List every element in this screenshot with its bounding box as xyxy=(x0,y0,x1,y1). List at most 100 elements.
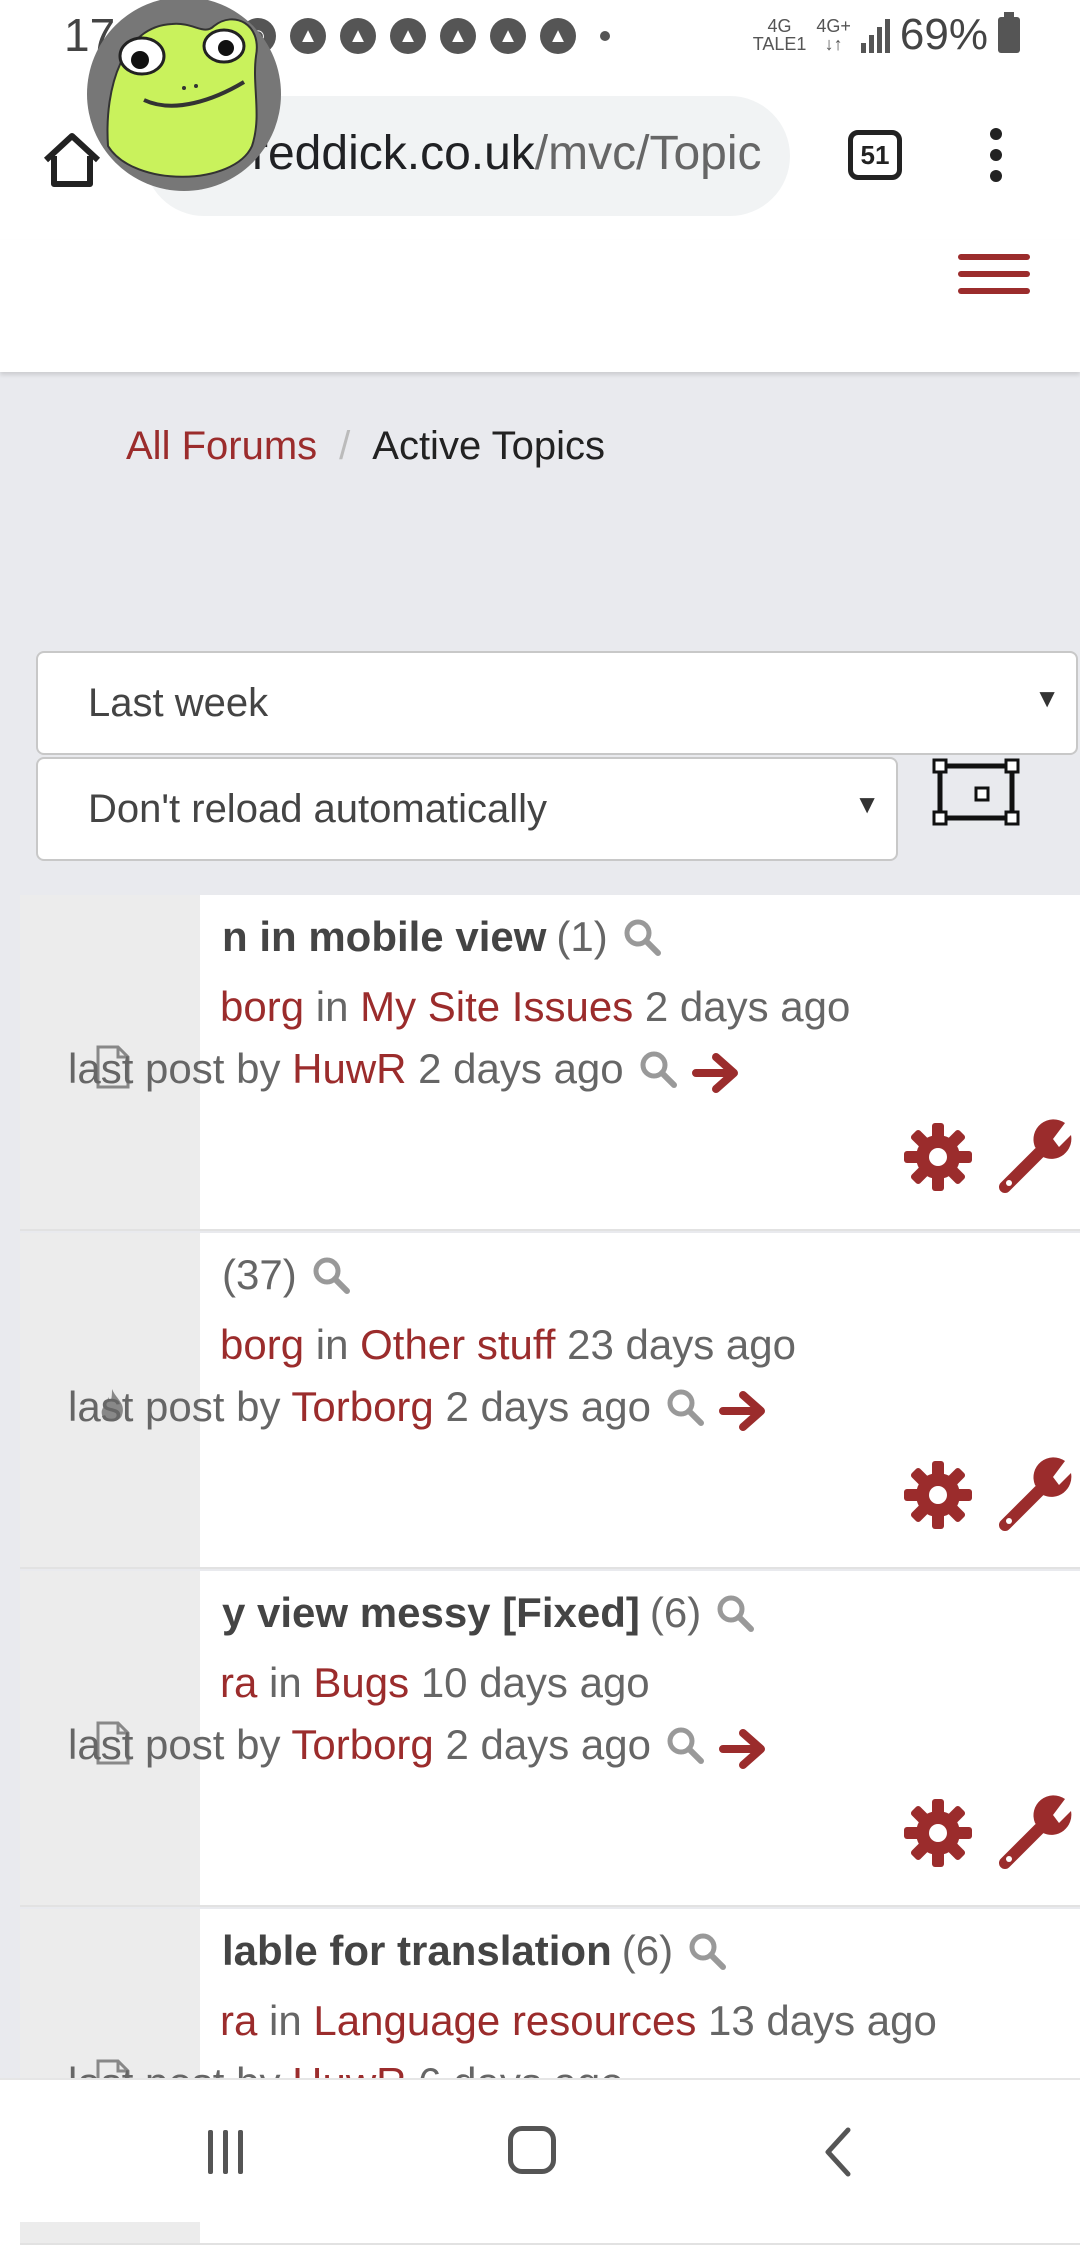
breadcrumb: All Forums / Active Topics xyxy=(126,424,605,469)
topic-title[interactable]: y view messy [Fixed] xyxy=(222,1589,640,1636)
reply-count: (1) xyxy=(556,913,608,960)
search-icon[interactable] xyxy=(638,1049,678,1089)
topic-author[interactable]: borg xyxy=(220,1321,304,1368)
notification-icon: ▲ xyxy=(390,18,426,54)
topic-posted: 10 days ago xyxy=(420,1659,650,1706)
notification-icon: ▲ xyxy=(440,18,476,54)
wrench-icon[interactable] xyxy=(995,1793,1075,1873)
last-poster[interactable]: HuwR xyxy=(292,1045,406,1092)
data-arrows-icon: ↓↑ xyxy=(824,34,843,54)
topic-meta-line: ra in Bugs 10 days ago xyxy=(220,1659,650,1707)
wrench-icon[interactable] xyxy=(995,1117,1075,1197)
arrow-right-icon[interactable] xyxy=(718,1727,769,1771)
topic-posted: 2 days ago xyxy=(644,983,851,1030)
network-type-2: 4G+ xyxy=(816,16,851,36)
last-post-label: last post by xyxy=(68,1383,281,1430)
search-icon[interactable] xyxy=(622,917,662,957)
recent-apps-button[interactable] xyxy=(208,2130,258,2174)
topic-author[interactable]: borg xyxy=(220,983,304,1030)
period-select-value: Last week xyxy=(88,681,269,725)
reload-select[interactable]: Don't reload automatically ▼ xyxy=(36,757,898,861)
url-path: /mvc/Topic xyxy=(534,127,762,180)
in-label: in xyxy=(269,1997,302,2044)
last-poster[interactable]: Torborg xyxy=(291,1721,433,1768)
topic-row: n in mobile view (1) borg in My Site Issu… xyxy=(20,895,1080,1231)
gear-icon[interactable] xyxy=(902,1459,974,1531)
last-post-time: 2 days ago xyxy=(418,1045,624,1092)
search-icon[interactable] xyxy=(311,1255,351,1295)
topic-title-line: y view messy [Fixed] (6) xyxy=(222,1589,755,1637)
network-indicator: 4G TALE1 xyxy=(753,17,807,53)
last-post-label: last post by xyxy=(68,1721,281,1768)
site-header xyxy=(0,240,1080,372)
topic-meta-line: ra in Language resources 13 days ago xyxy=(220,1997,937,2045)
breadcrumb-all-forums[interactable]: All Forums xyxy=(126,424,317,468)
topic-forum[interactable]: My Site Issues xyxy=(360,983,633,1030)
topic-title[interactable]: n in mobile view xyxy=(222,913,546,960)
home-button[interactable] xyxy=(508,2126,556,2174)
back-icon[interactable] xyxy=(818,2124,858,2180)
topic-posted: 13 days ago xyxy=(708,1997,937,2044)
search-icon[interactable] xyxy=(665,1725,705,1765)
search-icon[interactable] xyxy=(715,1593,755,1633)
last-post-line: last post by HuwR 2 days ago xyxy=(68,1045,742,1095)
topic-forum[interactable]: Bugs xyxy=(313,1659,409,1706)
last-post-line: last post by Torborg 2 days ago xyxy=(68,1383,769,1433)
site-logo[interactable] xyxy=(84,0,284,192)
gear-icon[interactable] xyxy=(902,1797,974,1869)
topic-title-line: n in mobile view (1) xyxy=(222,913,662,961)
notification-icon: ▲ xyxy=(540,18,576,54)
last-post-line: last post by Torborg 2 days ago xyxy=(68,1721,769,1771)
topic-posted: 23 days ago xyxy=(567,1321,796,1368)
system-navigation-bar xyxy=(0,2078,1080,2222)
chevron-down-icon: ▼ xyxy=(854,789,880,819)
battery-percent: 69% xyxy=(899,10,988,59)
more-notifications-icon xyxy=(600,31,610,41)
browser-menu-button[interactable] xyxy=(984,128,1008,188)
last-post-label: last post by xyxy=(68,1045,281,1092)
notification-icon: ▲ xyxy=(340,18,376,54)
breadcrumb-separator: / xyxy=(339,424,351,468)
period-select[interactable]: Last week ▼ xyxy=(36,651,1078,755)
url-host: reddick.co.uk xyxy=(252,127,535,180)
url-text: reddick.co.uk/mvc/Topic xyxy=(252,126,762,181)
network-carrier: TALE1 xyxy=(752,34,807,54)
notification-icon: ▲ xyxy=(290,18,326,54)
battery-icon xyxy=(998,12,1020,53)
topic-title-line: (37) xyxy=(222,1251,351,1299)
in-label: in xyxy=(269,1659,302,1706)
network-type: 4G xyxy=(767,16,792,36)
search-icon[interactable] xyxy=(665,1387,705,1427)
chevron-down-icon: ▼ xyxy=(1034,683,1060,713)
network-indicator-2: 4G+ ↓↑ xyxy=(816,17,851,53)
wrench-icon[interactable] xyxy=(995,1455,1075,1535)
arrow-right-icon[interactable] xyxy=(691,1051,742,1095)
reply-count: (6) xyxy=(621,1927,674,1974)
topic-title[interactable]: lable for translation xyxy=(222,1927,612,1974)
reply-count: (6) xyxy=(649,1589,702,1636)
topic-forum[interactable]: Language resources xyxy=(313,1997,696,2044)
search-icon[interactable] xyxy=(687,1931,727,1971)
topic-meta-line: borg in Other stuff 23 days ago xyxy=(220,1321,796,1369)
in-label: in xyxy=(315,1321,349,1368)
topic-meta-line: borg in My Site Issues 2 days ago xyxy=(220,983,850,1031)
topic-author[interactable]: ra xyxy=(220,1997,257,2044)
arrow-right-icon[interactable] xyxy=(718,1389,769,1433)
topic-forum[interactable]: Other stuff xyxy=(360,1321,555,1368)
topic-title-line: lable for translation (6) xyxy=(222,1927,727,1975)
tab-switcher-button[interactable]: 51 xyxy=(848,130,902,180)
topic-row: y view messy [Fixed] (6) ra in Bugs 10 da… xyxy=(20,1571,1080,1907)
last-poster[interactable]: Torborg xyxy=(291,1383,433,1430)
last-post-time: 2 days ago xyxy=(445,1383,651,1430)
hamburger-menu-icon[interactable] xyxy=(958,254,1030,304)
layout-toggle-icon[interactable] xyxy=(932,758,1024,828)
topic-author[interactable]: ra xyxy=(220,1659,257,1706)
reload-select-value: Don't reload automatically xyxy=(88,787,547,831)
signal-icon xyxy=(860,17,890,53)
topic-row: (37) borg in Other stuff 23 days ago las… xyxy=(20,1233,1080,1569)
system-indicators: 4G TALE1 4G+ ↓↑ 69% xyxy=(753,10,1020,60)
notification-icon: ▲ xyxy=(490,18,526,54)
gear-icon[interactable] xyxy=(902,1121,974,1193)
reply-count: (37) xyxy=(222,1251,297,1298)
last-post-time: 2 days ago xyxy=(445,1721,651,1768)
